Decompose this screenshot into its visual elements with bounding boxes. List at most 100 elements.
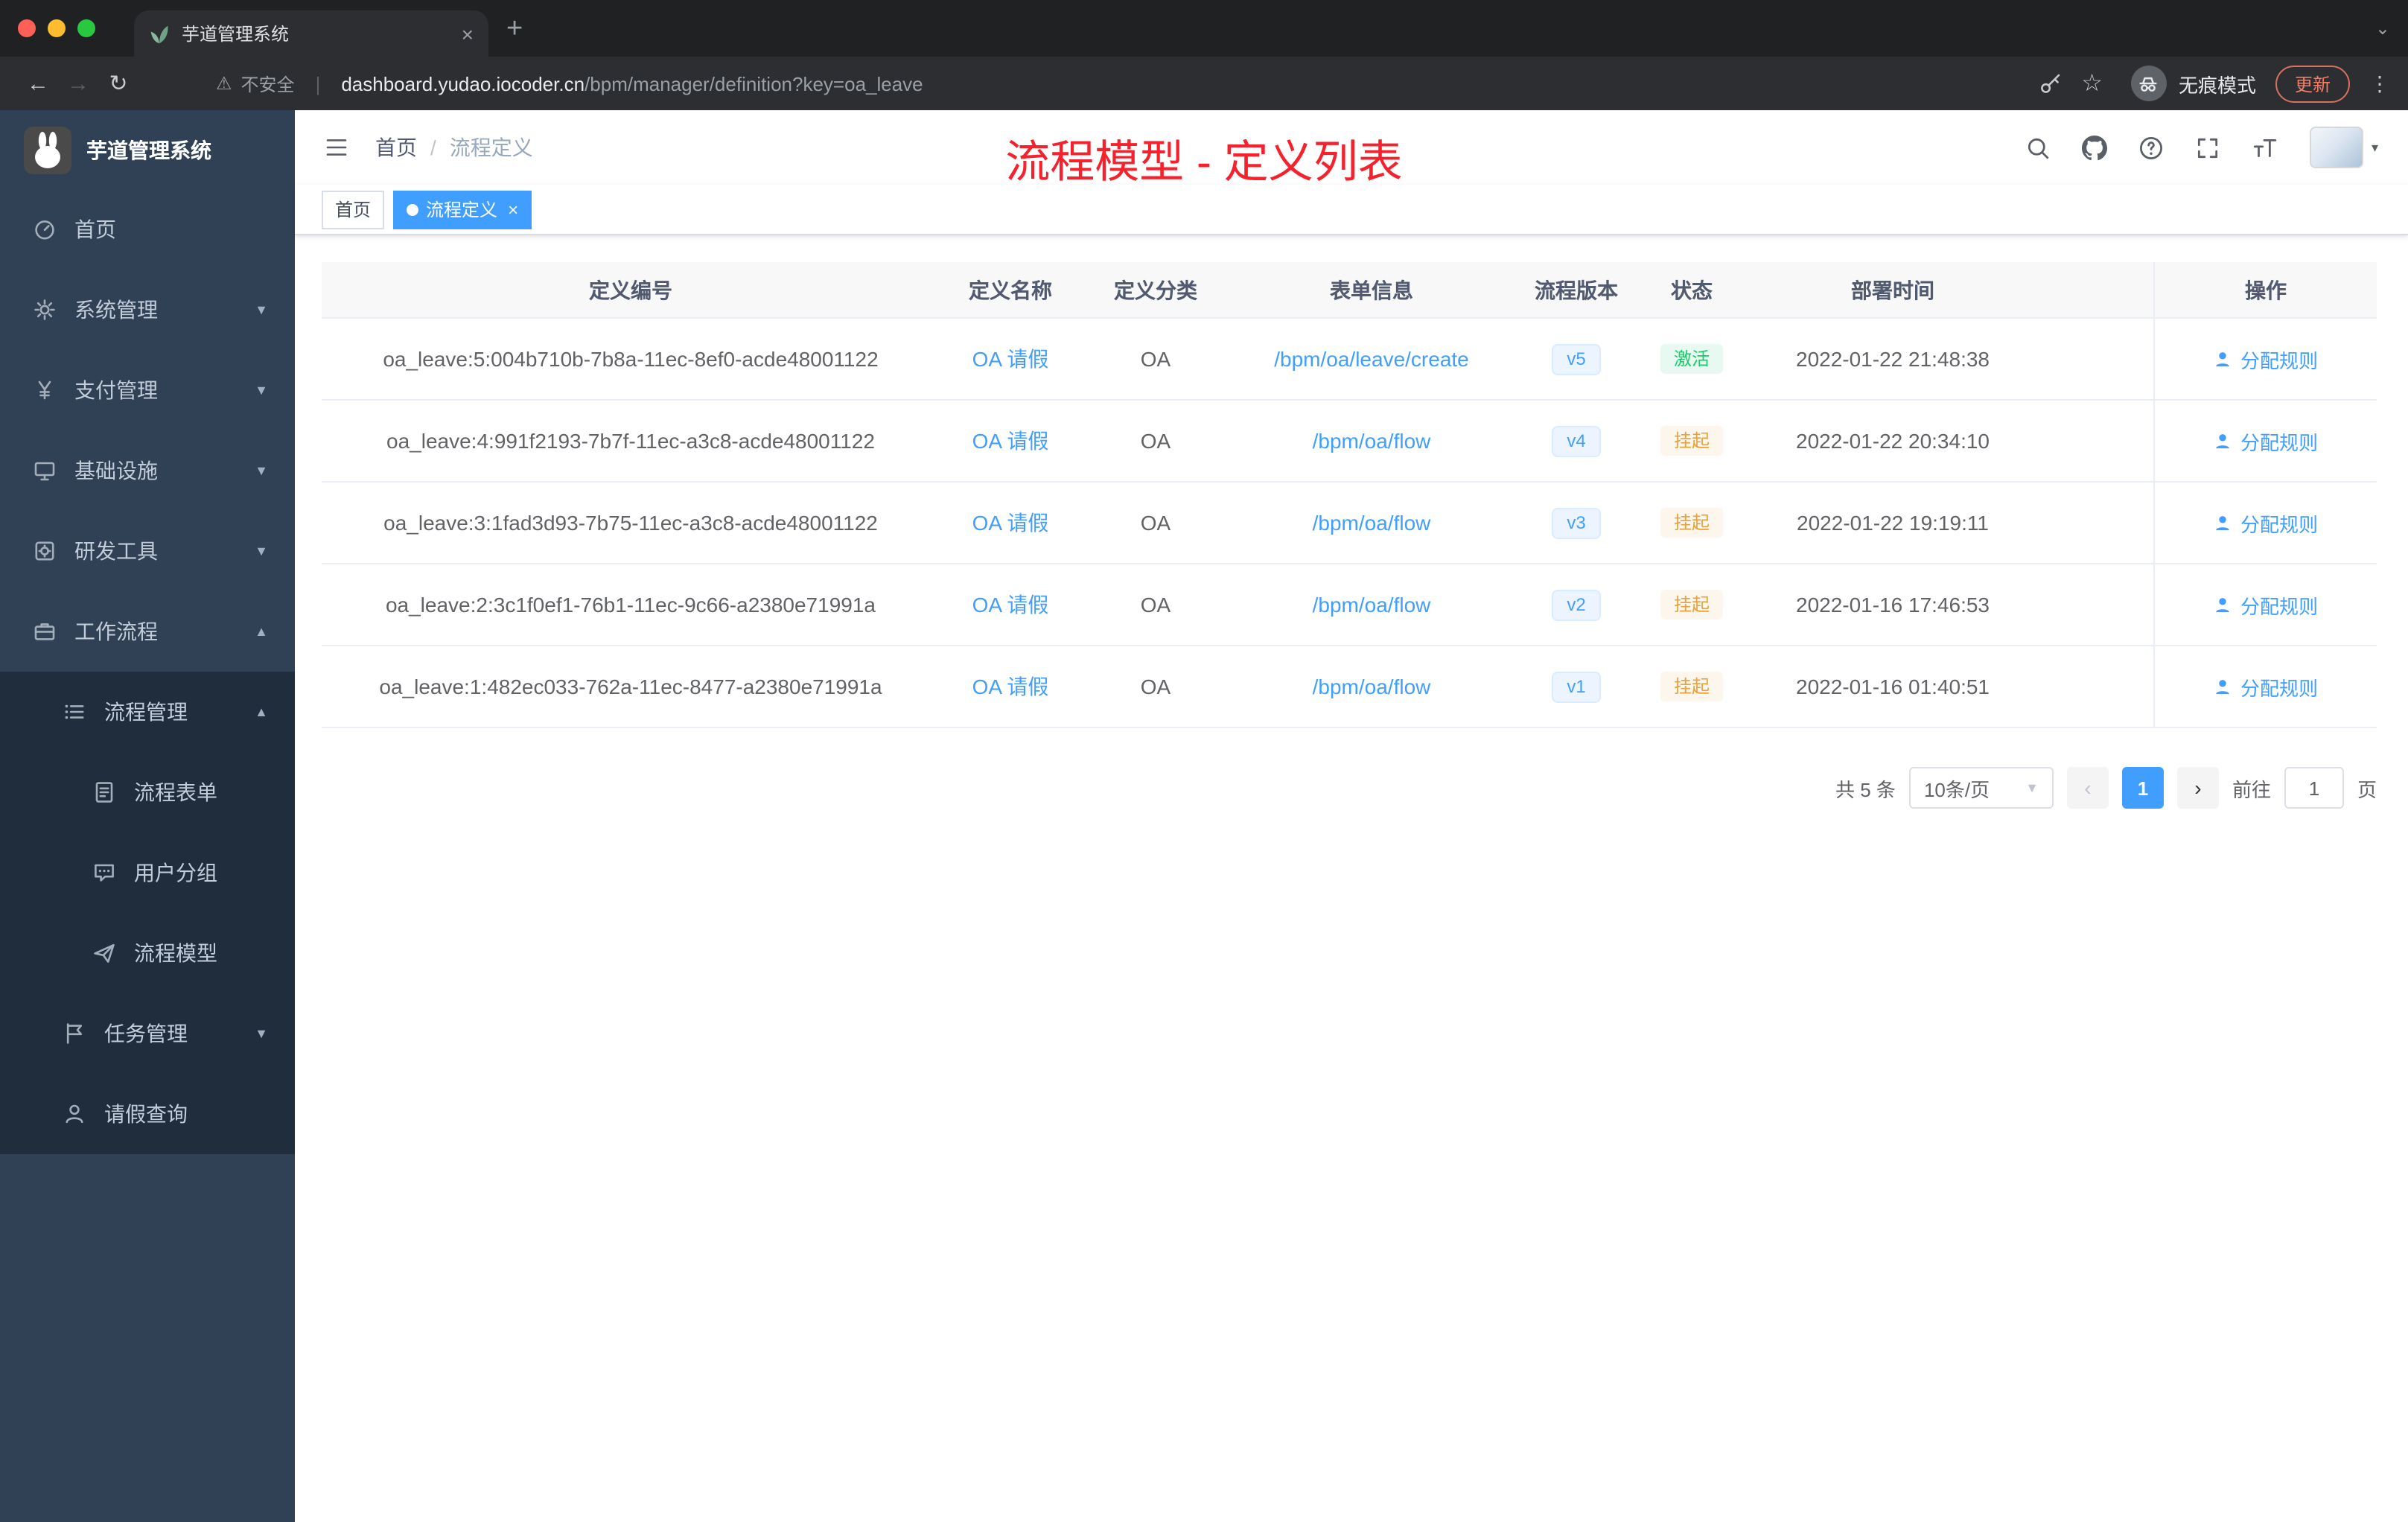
window-zoom-button[interactable] bbox=[77, 19, 95, 37]
tab-search-icon[interactable]: ⌄ bbox=[2375, 19, 2390, 37]
form-info-link[interactable]: /bpm/oa/flow bbox=[1313, 511, 1431, 535]
form-info-link[interactable]: /bpm/oa/flow bbox=[1313, 593, 1431, 617]
browser-menu-icon[interactable]: ⋮ bbox=[2369, 71, 2390, 96]
col-process-version: 流程版本 bbox=[1535, 278, 1618, 302]
sidebar-item-process-management[interactable]: 流程管理 ▲ bbox=[0, 672, 295, 752]
definition-table: 定义编号 定义名称 定义分类 表单信息 流程版本 状态 部署时间 操作 oa_l… bbox=[322, 262, 2377, 728]
assign-rule-link[interactable]: 分配规则 bbox=[2214, 590, 2318, 619]
reload-icon[interactable]: ↻ bbox=[98, 70, 138, 97]
sidebar-item-dev-tools[interactable]: 研发工具 ▼ bbox=[0, 511, 295, 591]
assign-rule-link[interactable]: 分配规则 bbox=[2214, 509, 2318, 537]
tag-process-definition[interactable]: 流程定义 × bbox=[393, 190, 532, 229]
tags-view: 首页 流程定义 × bbox=[295, 185, 2408, 235]
logo-avatar bbox=[24, 126, 71, 173]
hamburger-icon[interactable] bbox=[325, 136, 348, 159]
breadcrumb-current: 流程定义 bbox=[449, 136, 533, 159]
table-row: oa_leave:1:482ec033-762a-11ec-8477-a2380… bbox=[322, 646, 2377, 728]
assign-rule-link[interactable]: 分配规则 bbox=[2214, 345, 2318, 373]
tag-home[interactable]: 首页 bbox=[322, 190, 385, 229]
col-deploy-time: 部署时间 bbox=[1851, 278, 1934, 302]
page-1-button[interactable]: 1 bbox=[2121, 767, 2164, 809]
assign-rule-link[interactable]: 分配规则 bbox=[2214, 672, 2318, 701]
definition-name-link[interactable]: OA 请假 bbox=[972, 590, 1049, 620]
sidebar-item-task-management[interactable]: 任务管理 ▼ bbox=[0, 993, 295, 1074]
task-flag-icon bbox=[63, 1022, 86, 1045]
status-badge: 挂起 bbox=[1660, 425, 1723, 456]
security-label: 不安全 bbox=[241, 74, 295, 95]
sidebar-item-user-group[interactable]: 用户分组 bbox=[0, 832, 295, 913]
assign-rule-link[interactable]: 分配规则 bbox=[2214, 427, 2318, 455]
sidebar-item-leave-query[interactable]: 请假查询 bbox=[0, 1074, 295, 1154]
forward-icon[interactable]: → bbox=[58, 71, 98, 96]
sidebar-item-label: 流程表单 bbox=[134, 780, 217, 804]
cell-definition-id: oa_leave:1:482ec033-762a-11ec-8477-a2380… bbox=[379, 675, 882, 698]
window-minimize-button[interactable] bbox=[48, 19, 66, 37]
cell-category: OA bbox=[1140, 675, 1171, 698]
definition-name-link[interactable]: OA 请假 bbox=[972, 426, 1049, 456]
sidebar-item-infrastructure[interactable]: 基础设施 ▼ bbox=[0, 430, 295, 511]
sidebar-item-home[interactable]: 首页 bbox=[0, 189, 295, 270]
breadcrumb-home[interactable]: 首页 bbox=[375, 133, 417, 162]
omnibox[interactable]: ⚠ 不安全 | dashboard.yudao.iocoder.cn/bpm/m… bbox=[216, 71, 923, 96]
definition-name-link[interactable]: OA 请假 bbox=[972, 508, 1049, 538]
tab-close-icon[interactable]: × bbox=[462, 23, 474, 44]
form-info-link[interactable]: /bpm/oa/flow bbox=[1313, 429, 1431, 453]
bookmark-star-icon[interactable]: ☆ bbox=[2081, 69, 2103, 98]
incognito-chip: 无痕模式 bbox=[2130, 66, 2256, 101]
status-badge: 挂起 bbox=[1660, 671, 1723, 702]
search-icon[interactable] bbox=[2026, 135, 2051, 160]
chevron-down-icon: ▼ bbox=[255, 1026, 268, 1041]
form-info-link[interactable]: /bpm/oa/leave/create bbox=[1274, 347, 1469, 371]
back-icon[interactable]: ← bbox=[18, 71, 58, 96]
table-row: oa_leave:4:991f2193-7b7f-11ec-a3c8-acde4… bbox=[322, 401, 2377, 483]
password-key-icon[interactable] bbox=[2038, 71, 2062, 95]
tag-close-icon[interactable]: × bbox=[508, 200, 518, 218]
font-size-icon[interactable] bbox=[2252, 135, 2279, 160]
user-menu[interactable]: ▾ bbox=[2310, 127, 2378, 168]
monitor-icon bbox=[33, 459, 57, 483]
browser-update-button[interactable]: 更新 bbox=[2275, 65, 2350, 102]
definition-name-link[interactable]: OA 请假 bbox=[972, 344, 1049, 374]
sidebar-item-process-form[interactable]: 流程表单 bbox=[0, 752, 295, 832]
sidebar-item-label: 请假查询 bbox=[104, 1102, 188, 1126]
list-icon bbox=[63, 700, 86, 724]
sidebar-logo[interactable]: 芋道管理系统 bbox=[0, 110, 295, 189]
status-badge: 挂起 bbox=[1660, 507, 1723, 538]
cell-deploy-time: 2022-01-16 17:46:53 bbox=[1796, 593, 1990, 617]
help-icon[interactable] bbox=[2139, 135, 2165, 160]
sidebar-item-label: 任务管理 bbox=[104, 1022, 188, 1045]
cell-definition-id: oa_leave:5:004b710b-7b8a-11ec-8ef0-acde4… bbox=[383, 347, 879, 371]
chevron-up-icon: ▲ bbox=[255, 704, 268, 719]
tag-label: 流程定义 bbox=[426, 200, 498, 220]
definition-name-link[interactable]: OA 请假 bbox=[972, 672, 1049, 701]
form-info-link[interactable]: /bpm/oa/flow bbox=[1313, 675, 1431, 698]
page-size-select[interactable]: 10条/页 ▼ bbox=[1908, 767, 2054, 809]
goto-page-input[interactable] bbox=[2284, 767, 2344, 809]
workflow-submenu: 流程管理 ▲ 流程表单 用户分组 流程模型 任务管理 ▼ 请假查询 bbox=[0, 672, 295, 1154]
sidebar-item-payment[interactable]: 支付管理 ▼ bbox=[0, 350, 295, 430]
version-badge: v2 bbox=[1552, 589, 1601, 620]
window-close-button[interactable] bbox=[18, 19, 36, 37]
sidebar-item-label: 流程模型 bbox=[134, 941, 217, 965]
sidebar-item-process-model[interactable]: 流程模型 bbox=[0, 913, 295, 993]
person-icon bbox=[2217, 515, 2230, 530]
person-icon bbox=[2217, 351, 2230, 366]
active-dot bbox=[407, 203, 419, 215]
fullscreen-icon[interactable] bbox=[2196, 135, 2221, 160]
sidebar-item-label: 基础设施 bbox=[74, 459, 158, 483]
browser-tab[interactable]: 芋道管理系统 × bbox=[134, 10, 488, 57]
sidebar-item-workflow[interactable]: 工作流程 ▲ bbox=[0, 591, 295, 672]
chevron-down-icon: ▼ bbox=[255, 383, 268, 398]
prev-page-button[interactable]: ‹ bbox=[2066, 767, 2109, 809]
next-page-button[interactable]: › bbox=[2176, 767, 2219, 809]
cell-deploy-time: 2022-01-22 21:48:38 bbox=[1796, 347, 1990, 371]
url-text[interactable]: dashboard.yudao.iocoder.cn/bpm/manager/d… bbox=[341, 72, 923, 95]
sidebar-item-system[interactable]: 系统管理 ▼ bbox=[0, 270, 295, 350]
github-icon[interactable] bbox=[2082, 135, 2108, 160]
new-tab-button[interactable]: + bbox=[506, 14, 523, 42]
col-spacer bbox=[2042, 262, 2153, 317]
briefcase-icon bbox=[33, 620, 57, 643]
col-definition-name: 定义名称 bbox=[969, 278, 1052, 302]
gear-icon bbox=[33, 298, 57, 322]
person-icon bbox=[2217, 679, 2230, 694]
